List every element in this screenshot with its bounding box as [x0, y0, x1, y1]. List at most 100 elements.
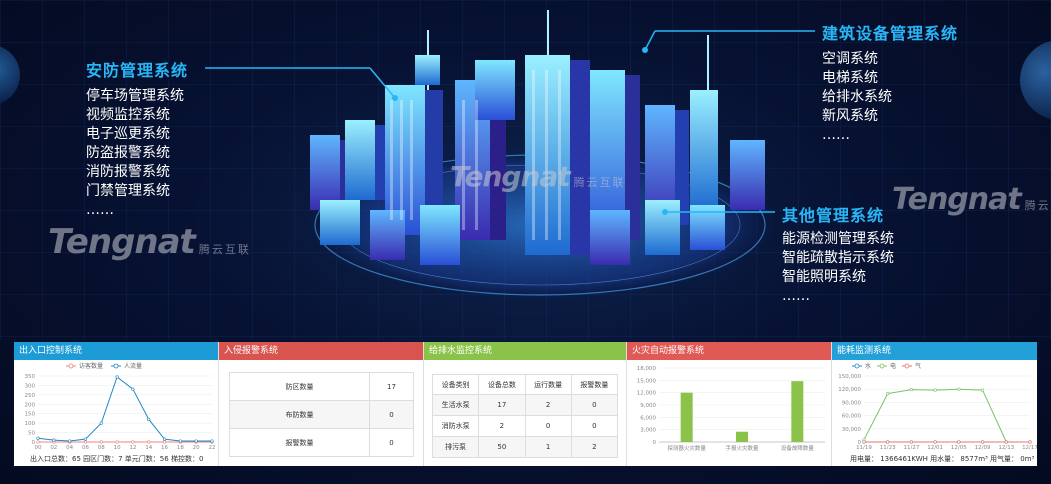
table-cell: 0: [369, 400, 414, 429]
table-cell: 报警数量: [229, 428, 370, 457]
legend-flow-label: 人流量: [124, 362, 142, 370]
data-point: [83, 440, 88, 444]
data-point: [178, 439, 182, 443]
energy-usage-chart: 水 电 气 030,00060,00090,000120,000150,0001…: [838, 362, 1037, 451]
table-row: 报警数量 0: [229, 428, 414, 457]
x-tick-label: 18: [177, 445, 184, 451]
security-item: 消防报警系统: [86, 164, 170, 180]
column-header: 设备类别: [431, 374, 480, 395]
data-point: [36, 440, 40, 444]
y-tick-label: 50: [28, 431, 35, 437]
intrusion-table: 防区数量 17 布防数量 0 报警数量 0: [229, 372, 414, 457]
data-point: [52, 438, 56, 442]
data-point: [210, 439, 214, 443]
data-point: [147, 417, 151, 421]
data-point: [886, 440, 890, 444]
x-tick-label: 06: [82, 445, 89, 451]
legend-water-label: 水: [865, 362, 871, 370]
table-row: 排污泵 50 1 2: [431, 436, 619, 458]
data-point: [99, 440, 103, 444]
bar: [680, 392, 693, 442]
table-cell: 0: [570, 415, 619, 437]
y-tick-label: 6,000: [640, 415, 656, 421]
y-tick-label: 250: [25, 393, 36, 399]
y-tick-label: 120,000: [838, 387, 861, 393]
table-cell: 排污泵: [431, 436, 480, 458]
fire-alarm-panel: 火灾自动报警系统 0 3,000 6,000 9,000 12,000 15,000 18,…: [627, 342, 832, 466]
x-tick-label: 10: [114, 445, 121, 451]
data-point: [909, 388, 914, 392]
data-point: [980, 440, 985, 444]
table-cell: 生活水泵: [431, 394, 480, 416]
energy-summary: 用电量： 1366461KWH 用水量： 8577m³ 用气量： 0m³: [850, 455, 1035, 463]
y-tick-label: 9,000: [640, 403, 656, 409]
access-flow-chart: 访客数量 人流量 05010015020025030035000 02 04 06 08…: [25, 362, 216, 451]
x-tick-label: 设备故障数量: [781, 444, 815, 452]
data-point: [886, 391, 890, 396]
legend-water-marker: [854, 363, 860, 369]
table-row: 生活水泵 17 2 0: [431, 394, 619, 416]
table-cell: 0: [524, 415, 572, 437]
data-point: [957, 440, 961, 444]
other-item: 能源检测管理系统: [782, 231, 894, 247]
data-point: [36, 436, 40, 440]
table-row: 布防数量 0: [229, 400, 414, 429]
table-cell: 2: [524, 394, 572, 416]
y-tick-label: 0: [653, 440, 657, 446]
security-item: ……: [86, 202, 114, 218]
security-item: 电子巡更系统: [86, 126, 170, 142]
legend-flow-marker: [113, 363, 119, 369]
bar: [791, 381, 804, 442]
table-cell: 17: [369, 372, 414, 401]
building-system-block: 建筑设备管理系统 空调系统 电梯系统 给排水系统 新风系统 ……: [822, 20, 958, 145]
y-tick-label: 200: [25, 402, 36, 408]
table-cell: 0: [570, 394, 619, 416]
building-item: 给排水系统: [822, 89, 892, 105]
column-header: 运行数量: [524, 374, 572, 395]
table-cell: 50: [478, 436, 526, 458]
water-monitor-panel: 给排水监控系统 设备类别 设备总数 运行数量 报警数量 生活水泵 17 2 0 …: [424, 342, 627, 466]
energy-monitor-title: 能耗监测系统: [832, 342, 1037, 360]
x-tick-label: 12/17: [1022, 445, 1037, 451]
column-header: 报警数量: [570, 374, 619, 395]
security-system-block: 安防管理系统 停车场管理系统 视频监控系统 电子巡更系统 防盗报警系统 消防报警…: [86, 57, 188, 220]
building-system-title: 建筑设备管理系统: [822, 24, 959, 43]
y-tick-label: 150,000: [838, 374, 861, 380]
x-tick-label: 04: [66, 445, 73, 451]
fire-alarm-title: 火灾自动报警系统: [627, 342, 831, 360]
y-tick-label: 3,000: [640, 428, 656, 434]
security-item: 防盗报警系统: [86, 145, 170, 161]
security-item: 门禁管理系统: [86, 183, 170, 199]
dashboard-strip: 出入口控制系统 访客数量 人流量 0 50 100 150 200 250 300 350 00…: [14, 342, 1037, 466]
table-row: 消防水泵 2 0 0: [431, 415, 619, 437]
building-item: ……: [822, 127, 850, 143]
intrusion-alarm-panel: 入侵报警系统 防区数量 17 布防数量 0 报警数量 0: [219, 342, 424, 466]
y-tick-label: 60,000: [842, 414, 862, 420]
series-line: [37, 376, 212, 442]
intrusion-alarm-title: 入侵报警系统: [219, 342, 423, 360]
table-cell: 1: [524, 436, 572, 458]
data-point: [131, 387, 135, 391]
x-tick-label: 00: [35, 445, 42, 451]
data-point: [933, 440, 937, 444]
data-point: [115, 375, 119, 379]
access-control-panel: 出入口控制系统 访客数量 人流量 0 50 100 150 200 250 300 350 00…: [14, 342, 219, 466]
water-monitor-title: 给排水监控系统: [424, 342, 626, 360]
x-tick-label: 手报火灾数量: [725, 444, 759, 452]
building-item: 空调系统: [822, 51, 878, 67]
data-point: [957, 387, 961, 391]
x-tick-label: 12: [129, 445, 136, 451]
other-item: ……: [782, 288, 810, 304]
y-tick-label: 18,000: [637, 366, 657, 372]
table-cell: 17: [478, 394, 526, 416]
bar: [736, 431, 748, 442]
table-cell: 布防数量: [229, 400, 370, 429]
table-row: 防区数量 17: [229, 372, 414, 401]
x-tick-label: 20: [193, 445, 200, 451]
data-point: [83, 437, 88, 441]
data-point: [162, 437, 167, 441]
data-point: [980, 388, 985, 392]
x-tick-label: 11/23: [880, 445, 896, 451]
other-item: 智能照明系统: [782, 269, 866, 285]
data-point: [1004, 440, 1008, 444]
